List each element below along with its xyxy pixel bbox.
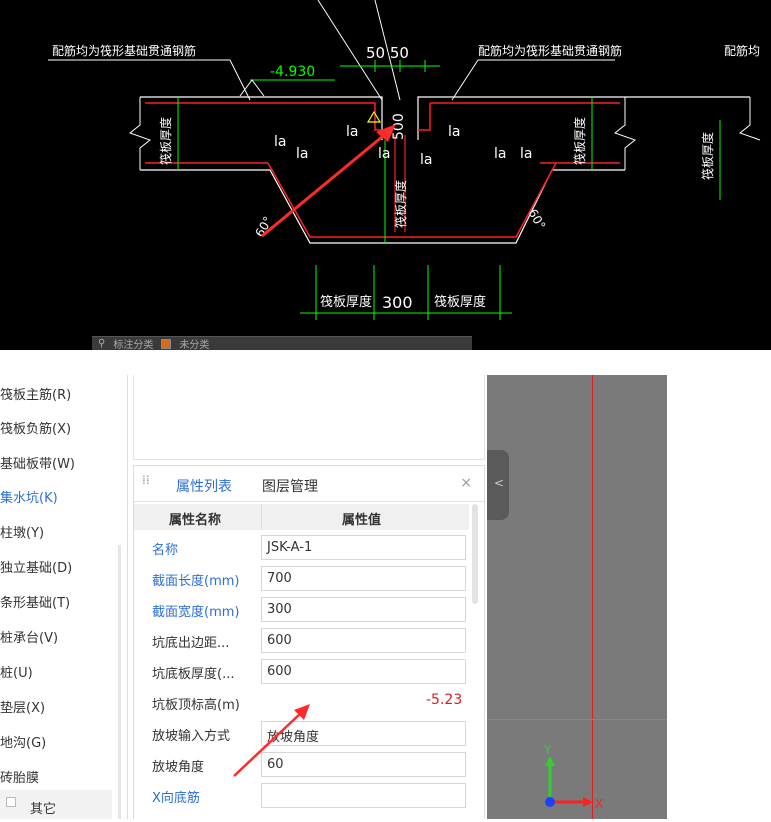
annotation-category-label[interactable]: 标注分类 (113, 337, 153, 350)
close-icon[interactable]: × (460, 475, 472, 491)
angle-label: 60° (525, 207, 548, 232)
tree-item-strip-footing[interactable]: 条形基础(T) (0, 592, 70, 611)
col-header-value: 属性值 (342, 513, 382, 528)
tree-item-brick-mold[interactable]: 砖胎膜 (0, 767, 39, 786)
table-row: 坑底板厚度(... 600 (134, 656, 469, 687)
table-row: 放坡角度 60 (134, 749, 469, 780)
cad-drawing: 配筋均为筏形基础贯通钢筋 配筋均为筏形基础贯通钢筋 配筋均 -4.930 50 … (48, 0, 761, 320)
raft-thickness-label: 筏板厚度 (700, 132, 715, 180)
col-header-name: 属性名称 (169, 513, 222, 528)
tree-item-foundation-strip[interactable]: 基础板带(W) (0, 453, 75, 472)
tree-item-column-pier[interactable]: 柱墩(Y) (0, 522, 44, 541)
axis-line-horizontal (487, 719, 667, 720)
note-far-right: 配筋均 (724, 43, 760, 58)
panel-header: ⁞⁞ 属性列表 图层管理 × (134, 466, 484, 502)
la-label: la (346, 124, 358, 140)
property-name: 截面宽度(mm) (152, 605, 240, 620)
folder-icon (6, 797, 16, 807)
property-value[interactable]: 60 (261, 752, 466, 777)
dim-bottom: 300 (382, 293, 413, 312)
property-name: 截面长度(mm) (152, 574, 240, 589)
la-label: la (448, 124, 460, 140)
component-list-area (133, 375, 485, 460)
tree-item-other[interactable]: 其它 (0, 790, 112, 819)
table-row: 截面宽度(mm) 300 (134, 594, 469, 625)
tab-layer-management[interactable]: 图层管理 (262, 476, 318, 496)
property-value[interactable] (261, 783, 466, 808)
note-left: 配筋均为筏形基础贯通钢筋 (52, 43, 196, 58)
divider (127, 375, 128, 819)
warning-icon (366, 110, 382, 123)
tree-item-raft-main-rebar[interactable]: 筏板主筋(R) (0, 384, 71, 403)
cad-drawing-view[interactable]: 配筋均为筏形基础贯通钢筋 配筋均为筏形基础贯通钢筋 配筋均 -4.930 50 … (0, 0, 771, 350)
property-value[interactable]: 600 (261, 628, 466, 653)
property-panel: ⁞⁞ 属性列表 图层管理 × 属性名称 属性值 名称 JSK-A-1 截面长度(… (133, 465, 485, 819)
property-name: 坑底出边距... (152, 636, 230, 651)
property-value[interactable]: 600 (261, 659, 466, 684)
elevation-label: -4.930 (270, 64, 315, 80)
property-name: 名称 (152, 543, 179, 558)
la-label: la (420, 152, 432, 168)
tree-item-raft-neg-rebar[interactable]: 筏板负筋(X) (0, 418, 71, 437)
chevron-left-icon: < (494, 476, 505, 490)
raft-thickness-label: 筏板厚度 (393, 180, 408, 228)
property-value[interactable]: 700 (261, 566, 466, 591)
la-label: la (520, 146, 532, 162)
table-row: X向底筋 (134, 780, 469, 811)
category-value[interactable]: 未分类 (179, 337, 209, 350)
property-name: 放坡角度 (152, 760, 205, 775)
raft-thickness-label: 筏板厚度 (158, 117, 173, 165)
filter-icon[interactable]: ⚲ (98, 338, 105, 349)
annotation-value: -5.23 (426, 692, 463, 708)
collapse-panel-button[interactable]: < (487, 450, 509, 520)
la-label: la (494, 146, 506, 162)
table-row: 坑板顶标高(m) -5.23 (134, 687, 469, 718)
axis-x-label: X (595, 797, 603, 811)
tree-item-pile-cap[interactable]: 桩承台(V) (0, 627, 58, 646)
property-value[interactable]: 300 (261, 597, 466, 622)
table-header: 属性名称 属性值 (134, 504, 469, 530)
tree-item-cushion[interactable]: 垫层(X) (0, 697, 45, 716)
raft-thickness-label: 筏板厚度 (434, 294, 486, 310)
table-row: 坑底出边距... 600 (134, 625, 469, 656)
la-label: la (378, 146, 390, 162)
color-swatch[interactable] (161, 338, 172, 349)
axis-gizmo: Y X (543, 743, 603, 811)
panel-scrollbar[interactable] (472, 504, 478, 604)
property-value[interactable]: JSK-A-1 (261, 535, 466, 560)
note-right: 配筋均为筏形基础贯通钢筋 (478, 43, 622, 58)
table-row: 截面长度(mm) 700 (134, 563, 469, 594)
component-tree: 筏板主筋(R) 筏板负筋(X) 基础板带(W) 集水坑(K) 柱墩(Y) 独立基… (0, 350, 125, 819)
tab-property-list[interactable]: 属性列表 (176, 476, 232, 496)
table-row: 名称 JSK-A-1 (134, 532, 469, 563)
raft-thickness-label: 筏板厚度 (320, 294, 372, 310)
property-name: 坑底板厚度(... (152, 667, 235, 682)
property-name: 坑板顶标高(m) (152, 698, 240, 713)
raft-thickness-label: 筏板厚度 (572, 117, 587, 165)
property-name: 放坡输入方式 (152, 729, 231, 744)
axis-y-label: Y (543, 743, 552, 757)
la-label: la (296, 146, 308, 162)
tree-item-pile[interactable]: 桩(U) (0, 662, 33, 681)
tree-scrollbar[interactable] (118, 545, 121, 819)
dim-top: 50 50 (366, 44, 409, 62)
cad-toolbar: ⚲ 标注分类 未分类 (92, 336, 472, 350)
property-value[interactable]: 放坡角度 (261, 721, 466, 746)
la-label: la (274, 134, 286, 150)
tree-item-trench[interactable]: 地沟(G) (0, 732, 46, 751)
tree-item-sump-pit[interactable]: 集水坑(K) (0, 487, 58, 506)
tree-item-isolated-footing[interactable]: 独立基础(D) (0, 557, 72, 576)
software-workspace: 筏板主筋(R) 筏板负筋(X) 基础板带(W) 集水坑(K) 柱墩(Y) 独立基… (0, 350, 771, 819)
table-row: 放坡输入方式 放坡角度 (134, 718, 469, 749)
drag-handle-icon[interactable]: ⁞⁞ (142, 474, 150, 491)
property-name: X向底筋 (152, 791, 200, 806)
